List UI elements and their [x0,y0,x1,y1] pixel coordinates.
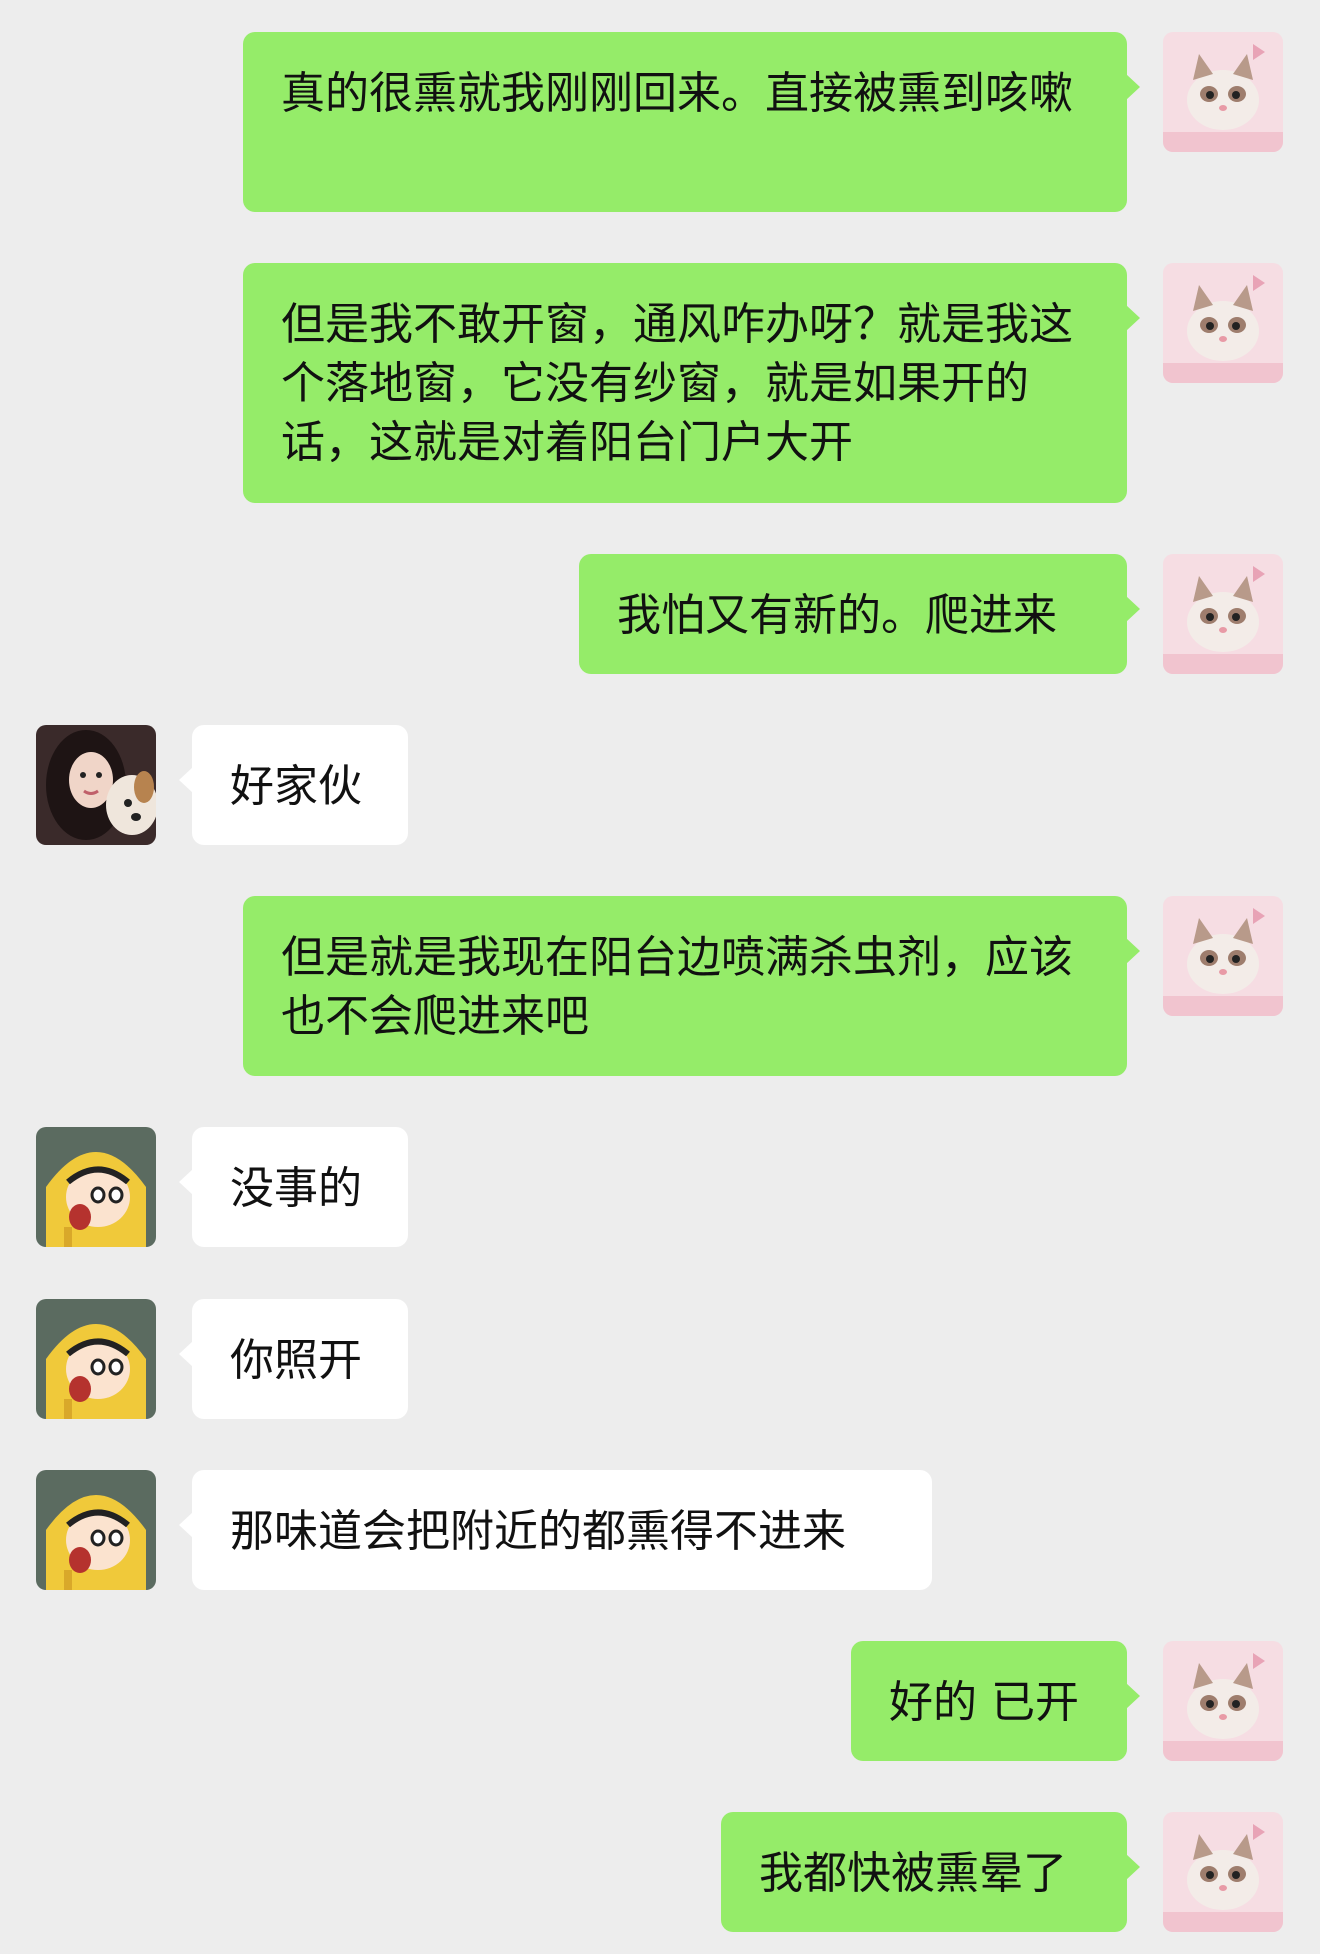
message-bubble-sent[interactable]: 但是我不敢开窗，通风咋办呀？就是我这个落地窗，它没有纱窗，就是如果开的话，这就是… [243,263,1140,503]
kitten-icon [1163,263,1283,383]
message-bubble-sent[interactable]: 我都快被熏晕了 [721,1812,1140,1932]
cartoon-boy-raincoat-avatar[interactable] [36,1127,156,1247]
woman-with-dog-avatar[interactable] [36,725,156,845]
kitten-avatar[interactable] [1163,1641,1283,1761]
cartoon-boy-raincoat-avatar[interactable] [36,1470,156,1590]
kitten-icon [1163,554,1283,674]
kitten-avatar[interactable] [1163,1812,1283,1932]
kitten-avatar[interactable] [1163,896,1283,1016]
message-bubble-sent[interactable]: 我怕又有新的。爬进来 [579,554,1140,674]
kitten-icon [1163,896,1283,1016]
kitten-icon [1163,1812,1283,1932]
message-bubble-received[interactable]: 没事的 [179,1127,408,1247]
message-bubble-received[interactable]: 你照开 [179,1299,408,1419]
message-bubble-sent[interactable]: 真的很熏就我刚刚回来。直接被熏到咳嗽 [243,32,1140,212]
woman-with-dog-icon [36,725,156,845]
cartoon-boy-icon [36,1470,156,1590]
cartoon-boy-icon [36,1299,156,1419]
kitten-avatar[interactable] [1163,263,1283,383]
message-bubble-sent[interactable]: 但是就是我现在阳台边喷满杀虫剂，应该也不会爬进来吧 [243,896,1140,1076]
message-bubble-sent[interactable]: 好的 已开 [851,1641,1140,1761]
message-bubble-received[interactable]: 那味道会把附近的都熏得不进来 [179,1470,932,1590]
kitten-avatar[interactable] [1163,554,1283,674]
kitten-icon [1163,1641,1283,1761]
kitten-icon [1163,32,1283,152]
message-bubble-received[interactable]: 好家伙 [179,725,408,845]
cartoon-boy-icon [36,1127,156,1247]
cartoon-boy-raincoat-avatar[interactable] [36,1299,156,1419]
kitten-avatar[interactable] [1163,32,1283,152]
